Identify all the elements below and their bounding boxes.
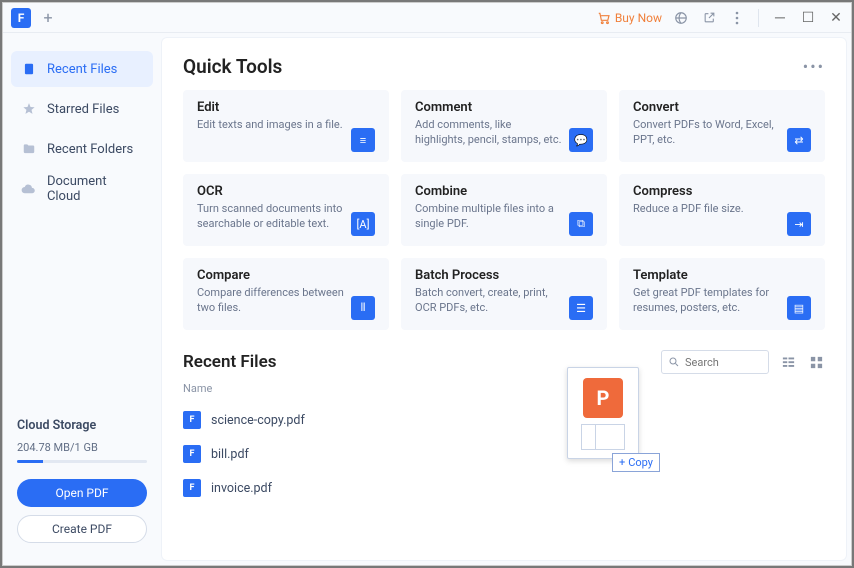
tool-icon: ☰ [569, 296, 593, 320]
sidebar-item-document-cloud[interactable]: Document Cloud [11, 171, 153, 207]
cloud-storage-usage: 204.78 MB/1 GB [17, 441, 147, 454]
main-panel: Quick Tools ••• Edit Edit texts and image… [161, 37, 847, 561]
tool-title: Template [633, 268, 781, 283]
tool-icon: ≡ [351, 128, 375, 152]
tool-desc: Combine multiple files into a single PDF… [415, 202, 563, 232]
sidebar-item-label: Recent Files [47, 62, 117, 77]
cloud-storage-title: Cloud Storage [17, 418, 147, 433]
storage-progress-bar [17, 460, 147, 463]
menu-icon[interactable] [728, 9, 746, 27]
tool-desc: Get great PDF templates for resumes, pos… [633, 286, 781, 316]
grid-view-icon[interactable] [807, 353, 825, 371]
sidebar-item-starred-files[interactable]: Starred Files [11, 91, 153, 127]
list-view-icon[interactable] [779, 353, 797, 371]
tool-title: Comment [415, 100, 563, 115]
tool-title: Combine [415, 184, 563, 199]
file-icon [21, 61, 37, 77]
create-pdf-button[interactable]: Create PDF [17, 515, 147, 543]
tool-icon: ⇥ [787, 212, 811, 236]
tool-icon: ⧉ [569, 212, 593, 236]
minimize-button[interactable]: ─ [771, 9, 789, 27]
quick-tools-title: Quick Tools [183, 55, 282, 78]
file-row[interactable]: Finvoice.pdf [183, 471, 825, 505]
search-input-wrapper[interactable] [661, 350, 769, 374]
tool-icon: [A] [351, 212, 375, 236]
file-row[interactable]: Fscience-copy.pdf [183, 403, 825, 437]
plus-icon: + [619, 456, 625, 469]
open-external-icon[interactable] [700, 9, 718, 27]
app-window: F + Buy Now ─ ☐ ✕ Recent [2, 2, 852, 566]
search-input[interactable] [685, 356, 762, 369]
tool-card-compress[interactable]: Compress Reduce a PDF file size. ⇥ [619, 174, 825, 246]
sidebar: Recent Files Starred Files Recent Folder… [3, 33, 161, 565]
star-icon [21, 101, 37, 117]
sidebar-item-recent-folders[interactable]: Recent Folders [11, 131, 153, 167]
tool-icon: ▤ [787, 296, 811, 320]
tool-icon: 💬 [569, 128, 593, 152]
close-button[interactable]: ✕ [827, 9, 845, 27]
tool-card-ocr[interactable]: OCR Turn scanned documents into searchabl… [183, 174, 389, 246]
file-row[interactable]: Fbill.pdf [183, 437, 825, 471]
tool-desc: Compare differences between two files. [197, 286, 345, 316]
tool-desc: Add comments, like highlights, pencil, s… [415, 118, 563, 148]
tool-title: Edit [197, 100, 345, 115]
drag-preview-thumbnail: P [567, 367, 639, 459]
file-name: invoice.pdf [211, 481, 272, 496]
titlebar: F + Buy Now ─ ☐ ✕ [3, 3, 851, 33]
tool-card-compare[interactable]: Compare Compare differences between two f… [183, 258, 389, 330]
sidebar-item-recent-files[interactable]: Recent Files [11, 51, 153, 87]
powerpoint-file-icon: P [583, 378, 623, 418]
tool-desc: Batch convert, create, print, OCR PDFs, … [415, 286, 563, 316]
cloud-icon [21, 181, 37, 197]
tool-title: Compress [633, 184, 781, 199]
tool-desc: Turn scanned documents into searchable o… [197, 202, 345, 232]
tool-icon: ⫴ [351, 296, 375, 320]
copy-label: Copy [628, 456, 653, 469]
tool-icon: ⇄ [787, 128, 811, 152]
sidebar-item-label: Starred Files [47, 102, 119, 117]
tool-title: Convert [633, 100, 781, 115]
file-name: science-copy.pdf [211, 413, 305, 428]
pdf-file-icon: F [183, 479, 201, 497]
open-pdf-button[interactable]: Open PDF [17, 479, 147, 507]
share-icon[interactable] [672, 9, 690, 27]
sidebar-item-label: Document Cloud [47, 174, 143, 204]
tool-desc: Reduce a PDF file size. [633, 202, 781, 217]
file-name: bill.pdf [211, 447, 249, 462]
tool-desc: Convert PDFs to Word, Excel, PPT, etc. [633, 118, 781, 148]
folder-icon [21, 141, 37, 157]
quick-tools-more-icon[interactable]: ••• [803, 57, 825, 76]
tool-card-template[interactable]: Template Get great PDF templates for resu… [619, 258, 825, 330]
tool-card-convert[interactable]: Convert Convert PDFs to Word, Excel, PPT,… [619, 90, 825, 162]
tool-desc: Edit texts and images in a file. [197, 118, 345, 133]
app-logo-icon: F [11, 8, 31, 28]
tool-card-batch-process[interactable]: Batch Process Batch convert, create, prin… [401, 258, 607, 330]
pdf-file-icon: F [183, 411, 201, 429]
new-tab-button[interactable]: + [37, 7, 59, 29]
buy-now-link[interactable]: Buy Now [597, 11, 662, 25]
tool-title: Compare [197, 268, 345, 283]
search-icon [668, 356, 680, 368]
tool-card-edit[interactable]: Edit Edit texts and images in a file. ≡ [183, 90, 389, 162]
copy-drag-badge: + Copy [612, 453, 660, 472]
pdf-file-icon: F [183, 445, 201, 463]
column-header-name: Name [183, 382, 825, 395]
maximize-button[interactable]: ☐ [799, 9, 817, 27]
tool-title: OCR [197, 184, 345, 199]
recent-files-title: Recent Files [183, 352, 276, 372]
tool-title: Batch Process [415, 268, 563, 283]
tool-card-combine[interactable]: Combine Combine multiple files into a sin… [401, 174, 607, 246]
buy-now-label: Buy Now [615, 11, 662, 25]
sidebar-item-label: Recent Folders [47, 142, 133, 157]
tool-card-comment[interactable]: Comment Add comments, like highlights, pe… [401, 90, 607, 162]
